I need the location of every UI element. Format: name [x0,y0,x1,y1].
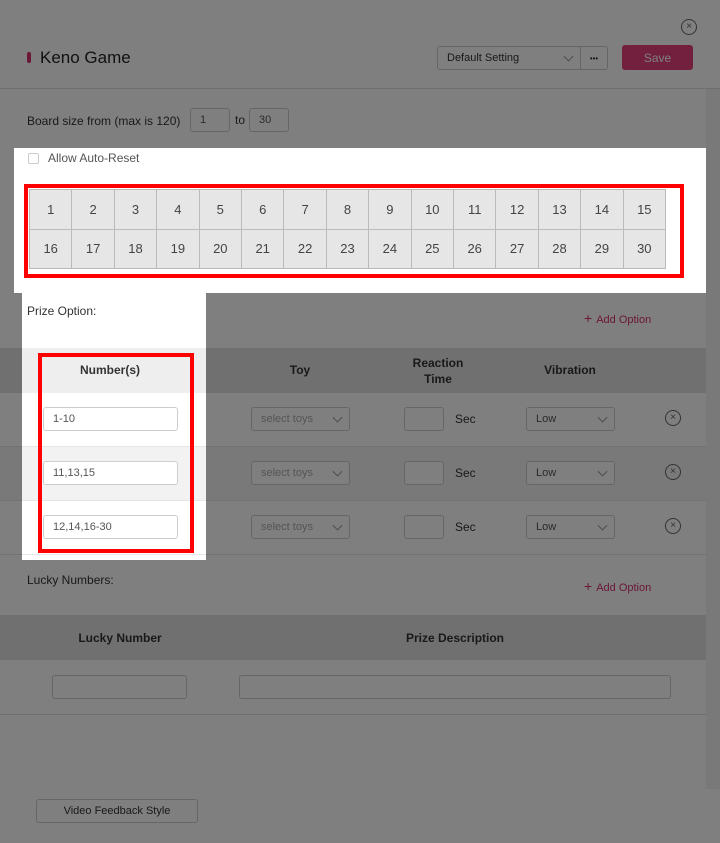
board-cell[interactable]: 22 [284,229,327,269]
add-option-label: Add Option [596,314,652,326]
board-cell[interactable]: 12 [496,190,539,230]
board-cell[interactable]: 13 [538,190,582,230]
board-cell[interactable]: 21 [242,229,285,269]
board-to-label: to [235,113,246,127]
plus-icon: + [584,310,593,326]
board-cell[interactable]: 3 [114,190,158,230]
toy-select-value: select toys [261,467,313,479]
board-cell[interactable]: 30 [623,229,666,269]
vibration-value: Low [536,521,557,533]
reaction-time-input[interactable] [404,461,444,485]
prize-option-title: Prize Option: [27,304,97,318]
header-divider [0,88,720,89]
more-button[interactable]: ••• [580,46,608,70]
col-lucky-number: Lucky Number [78,631,162,645]
board-cell[interactable]: 11 [454,190,497,230]
reaction-time-input[interactable] [404,407,444,431]
board-cell[interactable]: 24 [369,229,412,269]
numbers-input[interactable]: 1-10 [43,407,178,431]
chevron-down-icon [597,412,608,423]
col-toy: Toy [289,363,311,377]
board-cell[interactable]: 10 [411,190,454,230]
title-marker [27,52,31,63]
board-cell[interactable]: 23 [326,229,370,269]
sec-label: Sec [455,520,476,534]
save-button[interactable]: Save [622,45,693,70]
board-cell[interactable]: 7 [284,190,327,230]
vibration-value: Low [536,467,557,479]
board-cell[interactable]: 5 [199,190,242,230]
auto-reset-label: Allow Auto-Reset [48,151,140,165]
reaction-time-input[interactable] [404,515,444,539]
lucky-add-option-button[interactable]: + Add Option [584,578,651,594]
board-cell[interactable]: 19 [157,229,200,269]
remove-row-icon[interactable]: × [665,518,681,534]
board-size-label: Board size from (max is 120) [27,114,181,128]
board-cell[interactable]: 8 [326,190,370,230]
toy-select-value: select toys [261,413,313,425]
chevron-down-icon [597,520,608,531]
board-cell[interactable]: 2 [72,190,115,230]
remove-row-icon[interactable]: × [665,410,681,426]
prize-description-input[interactable] [239,675,671,699]
lucky-row-divider [0,714,706,715]
board-cell[interactable]: 28 [538,229,582,269]
col-vibration: Vibration [544,363,596,377]
sec-label: Sec [455,412,476,426]
toy-select[interactable]: select toys [251,407,350,431]
scrollbar[interactable] [706,89,720,789]
plus-icon: + [584,578,593,594]
toy-select[interactable]: select toys [251,515,350,539]
vibration-select[interactable]: Low [526,515,615,539]
toy-select-value: select toys [261,521,313,533]
toy-select[interactable]: select toys [251,461,350,485]
chevron-down-icon [332,412,343,423]
chevron-down-icon [597,466,608,477]
board-cell[interactable]: 9 [369,190,412,230]
board-cell[interactable]: 1 [30,190,73,230]
lucky-number-input[interactable] [52,675,187,699]
video-feedback-style-button[interactable]: Video Feedback Style [36,799,198,823]
vibration-select[interactable]: Low [526,407,615,431]
numbers-input[interactable]: 12,14,16-30 [43,515,178,539]
vibration-select[interactable]: Low [526,461,615,485]
preset-select[interactable]: Default Setting [437,46,581,70]
chevron-down-icon [332,466,343,477]
prize-add-option-button[interactable]: + Add Option [584,310,651,326]
board-cell[interactable]: 26 [454,229,497,269]
board-cell[interactable]: 29 [581,229,624,269]
chevron-down-icon [332,520,343,531]
vibration-value: Low [536,413,557,425]
board-cell[interactable]: 6 [242,190,285,230]
board-cell[interactable]: 16 [30,229,73,269]
chevron-down-icon [563,51,574,62]
board-to-input[interactable]: 30 [249,108,289,132]
lucky-numbers-title: Lucky Numbers: [27,573,114,587]
board-cell[interactable]: 25 [411,229,454,269]
add-option-label: Add Option [596,582,652,594]
col-numbers: Number(s) [79,363,140,377]
board-cell[interactable]: 27 [496,229,539,269]
board-cell[interactable]: 18 [114,229,158,269]
board-cell[interactable]: 14 [581,190,624,230]
col-prize-description: Prize Description [405,631,505,645]
board-from-input[interactable]: 1 [190,108,230,132]
page-title: Keno Game [40,48,131,67]
keno-board-grid: 1 2 3 4 5 6 7 8 9 10 11 12 13 14 15 16 17 18 19 20 21 22 23 24 2… [29,189,666,269]
board-cell[interactable]: 17 [72,229,115,269]
close-icon[interactable]: × [681,19,697,35]
board-cell[interactable]: 4 [157,190,200,230]
numbers-input[interactable]: 11,13,15 [43,461,178,485]
remove-row-icon[interactable]: × [665,464,681,480]
board-cell[interactable]: 20 [199,229,242,269]
preset-value: Default Setting [447,52,520,64]
sec-label: Sec [455,466,476,480]
col-reaction: Reaction Time [412,356,464,386]
auto-reset-checkbox[interactable] [28,153,39,164]
board-cell[interactable]: 15 [623,190,666,230]
